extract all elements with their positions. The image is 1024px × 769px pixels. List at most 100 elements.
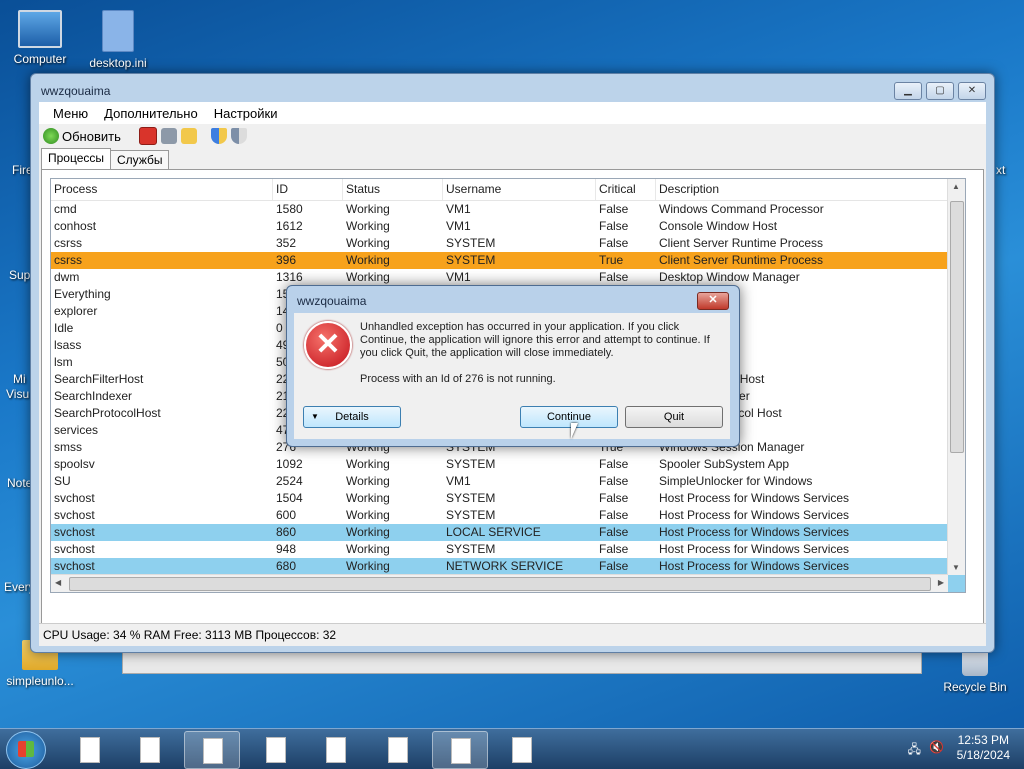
trash-icon[interactable] (160, 128, 177, 144)
cell-process: svchost (54, 559, 95, 573)
horizontal-scrollbar[interactable]: ◀ ▶ (51, 574, 948, 592)
clipped-desktop-label: xt (996, 163, 1006, 177)
table-row[interactable]: svchost 1504 Working SYSTEM False Host Proces… (51, 490, 965, 507)
minimize-button[interactable]: ▁ (894, 82, 922, 100)
desktop-icon-recycle-bin[interactable]: Recycle Bin (935, 648, 1015, 694)
start-button[interactable] (6, 731, 46, 769)
vertical-scrollbar[interactable]: ▲ ▼ (947, 179, 965, 575)
maximize-button[interactable]: ▢ (926, 82, 954, 100)
cell-process: services (54, 423, 99, 437)
cell-status: Working (346, 236, 390, 250)
table-row[interactable]: svchost 600 Working SYSTEM False Host Process… (51, 507, 965, 524)
table-row[interactable]: dwm 1316 Working VM1 False Desktop Window Man… (51, 269, 965, 286)
menu-item-additional[interactable]: Дополнительно (96, 102, 206, 124)
table-row[interactable]: svchost 860 Working LOCAL SERVICE False Host … (51, 524, 965, 541)
chevron-down-icon: ▼ (311, 412, 319, 421)
table-row[interactable]: spoolsv 1092 Working SYSTEM False Spooler Sub… (51, 456, 965, 473)
clipped-desktop-label: Note (7, 476, 33, 490)
clipped-desktop-label: Visu (6, 387, 30, 401)
details-button[interactable]: ▼ Details (303, 406, 401, 428)
background-window (122, 652, 922, 674)
quit-button[interactable]: Quit (625, 406, 723, 428)
error-dialog: wwzqouaima ✕ ✕ Unhandled exception has o… (286, 285, 740, 447)
cell-process: csrss (54, 253, 82, 267)
folder-open-icon[interactable] (180, 128, 197, 144)
cell-status: Working (346, 491, 390, 505)
cell-process: SearchProtocolHost (54, 406, 161, 420)
volume-muted-icon[interactable]: 🔇 (929, 740, 944, 761)
table-row[interactable]: csrss 396 Working SYSTEM True Client Server R… (51, 252, 965, 269)
tab-processes[interactable]: Процессы (41, 148, 112, 169)
cell-id: 1504 (276, 491, 303, 505)
column-header-status[interactable]: Status (343, 179, 443, 200)
clock[interactable]: 12:53 PM 5/18/2024 (957, 733, 1010, 763)
tab-services[interactable]: Службы (110, 150, 170, 169)
document-icon (266, 737, 286, 763)
cell-process: conhost (54, 219, 97, 233)
document-icon (451, 738, 471, 764)
cell-description: Console Window Host (659, 219, 778, 233)
taskbar-item[interactable] (62, 731, 116, 767)
table-row[interactable]: cmd 1580 Working VM1 False Windows Command Pr… (51, 201, 965, 218)
shield-gray-icon[interactable] (230, 128, 247, 144)
cell-process: svchost (51, 592, 273, 593)
cell-process: dwm (54, 270, 80, 284)
column-header-id[interactable]: ID (273, 179, 343, 200)
column-header-description[interactable]: Description (656, 179, 964, 200)
table-row[interactable]: SU 2524 Working VM1 False SimpleUnlocker for … (51, 473, 965, 490)
cell-id: 1092 (276, 457, 303, 471)
cell-process: Everything (54, 287, 111, 301)
column-header-username[interactable]: Username (443, 179, 596, 200)
cell-id: 1316 (276, 270, 303, 284)
taskbar-item[interactable] (248, 731, 302, 767)
window-title: wwzqouaima (41, 84, 111, 98)
cell-status: Working (346, 219, 390, 233)
dialog-close-button[interactable]: ✕ (697, 292, 729, 310)
close-window-button[interactable]: ✕ (958, 82, 986, 100)
taskbar-item[interactable] (432, 731, 488, 769)
table-row[interactable]: csrss 352 Working SYSTEM False Client Server … (51, 235, 965, 252)
cell-process: svchost (54, 491, 95, 505)
menu-item-menu[interactable]: Меню (45, 102, 96, 124)
cell-id: 948 (276, 542, 297, 556)
scroll-left-icon[interactable]: ◀ (55, 578, 61, 587)
cell-process: svchost (54, 525, 95, 539)
shield-icon[interactable] (210, 128, 227, 144)
column-header-critical[interactable]: Critical (596, 179, 656, 200)
cell-process: lsass (54, 338, 82, 352)
menu-item-settings[interactable]: Настройки (206, 102, 286, 124)
continue-button[interactable]: Continue (520, 406, 618, 428)
cell-username: NETWORK SERVICE (446, 559, 564, 573)
dialog-body: ✕ Unhandled exception has occurred in yo… (294, 313, 730, 439)
cell-status: Working (346, 202, 390, 216)
desktop-icon-computer[interactable]: Computer (0, 10, 80, 66)
desktop-icon-desktop-ini[interactable]: desktop.ini (78, 10, 158, 70)
cell-id: 600 (276, 508, 297, 522)
table-row[interactable]: svchost 948 Working SYSTEM False Host Process… (51, 541, 965, 558)
column-header-process[interactable]: Process (51, 179, 273, 200)
cell-description: Spooler SubSystem App (659, 457, 790, 471)
cell-username: VM1 (446, 474, 471, 488)
kill-process-icon[interactable] (138, 127, 157, 145)
network-icon[interactable]: 🖧 (908, 740, 921, 761)
taskbar-item[interactable] (122, 731, 176, 767)
document-icon (203, 738, 223, 764)
taskbar-item[interactable] (308, 731, 362, 767)
table-row[interactable]: svchost486WorkingNETWORK SERVICEFalseHos… (51, 592, 965, 593)
cell-description: Desktop Window Manager (659, 270, 800, 284)
cell-id: 680 (276, 559, 297, 573)
taskbar-item[interactable] (370, 731, 424, 767)
taskbar-item[interactable] (494, 731, 548, 767)
table-row[interactable]: svchost 680 Working NETWORK SERVICE False Hos… (51, 558, 965, 575)
vertical-scroll-thumb[interactable] (950, 201, 964, 453)
scroll-right-icon[interactable]: ▶ (938, 578, 944, 587)
table-row[interactable]: conhost 1612 Working VM1 False Console Window… (51, 218, 965, 235)
scroll-down-icon[interactable]: ▼ (952, 563, 960, 572)
status-bar: CPU Usage: 34 % RAM Free: 3113 MB Процес… (39, 623, 986, 646)
scroll-up-icon[interactable]: ▲ (952, 182, 960, 191)
refresh-button[interactable]: Обновить (43, 128, 121, 144)
taskbar-item[interactable] (184, 731, 240, 769)
horizontal-scroll-thumb[interactable] (69, 577, 931, 591)
list-header: Process ID Status Username Critical Desc… (51, 179, 965, 201)
cell-critical: False (599, 236, 629, 250)
